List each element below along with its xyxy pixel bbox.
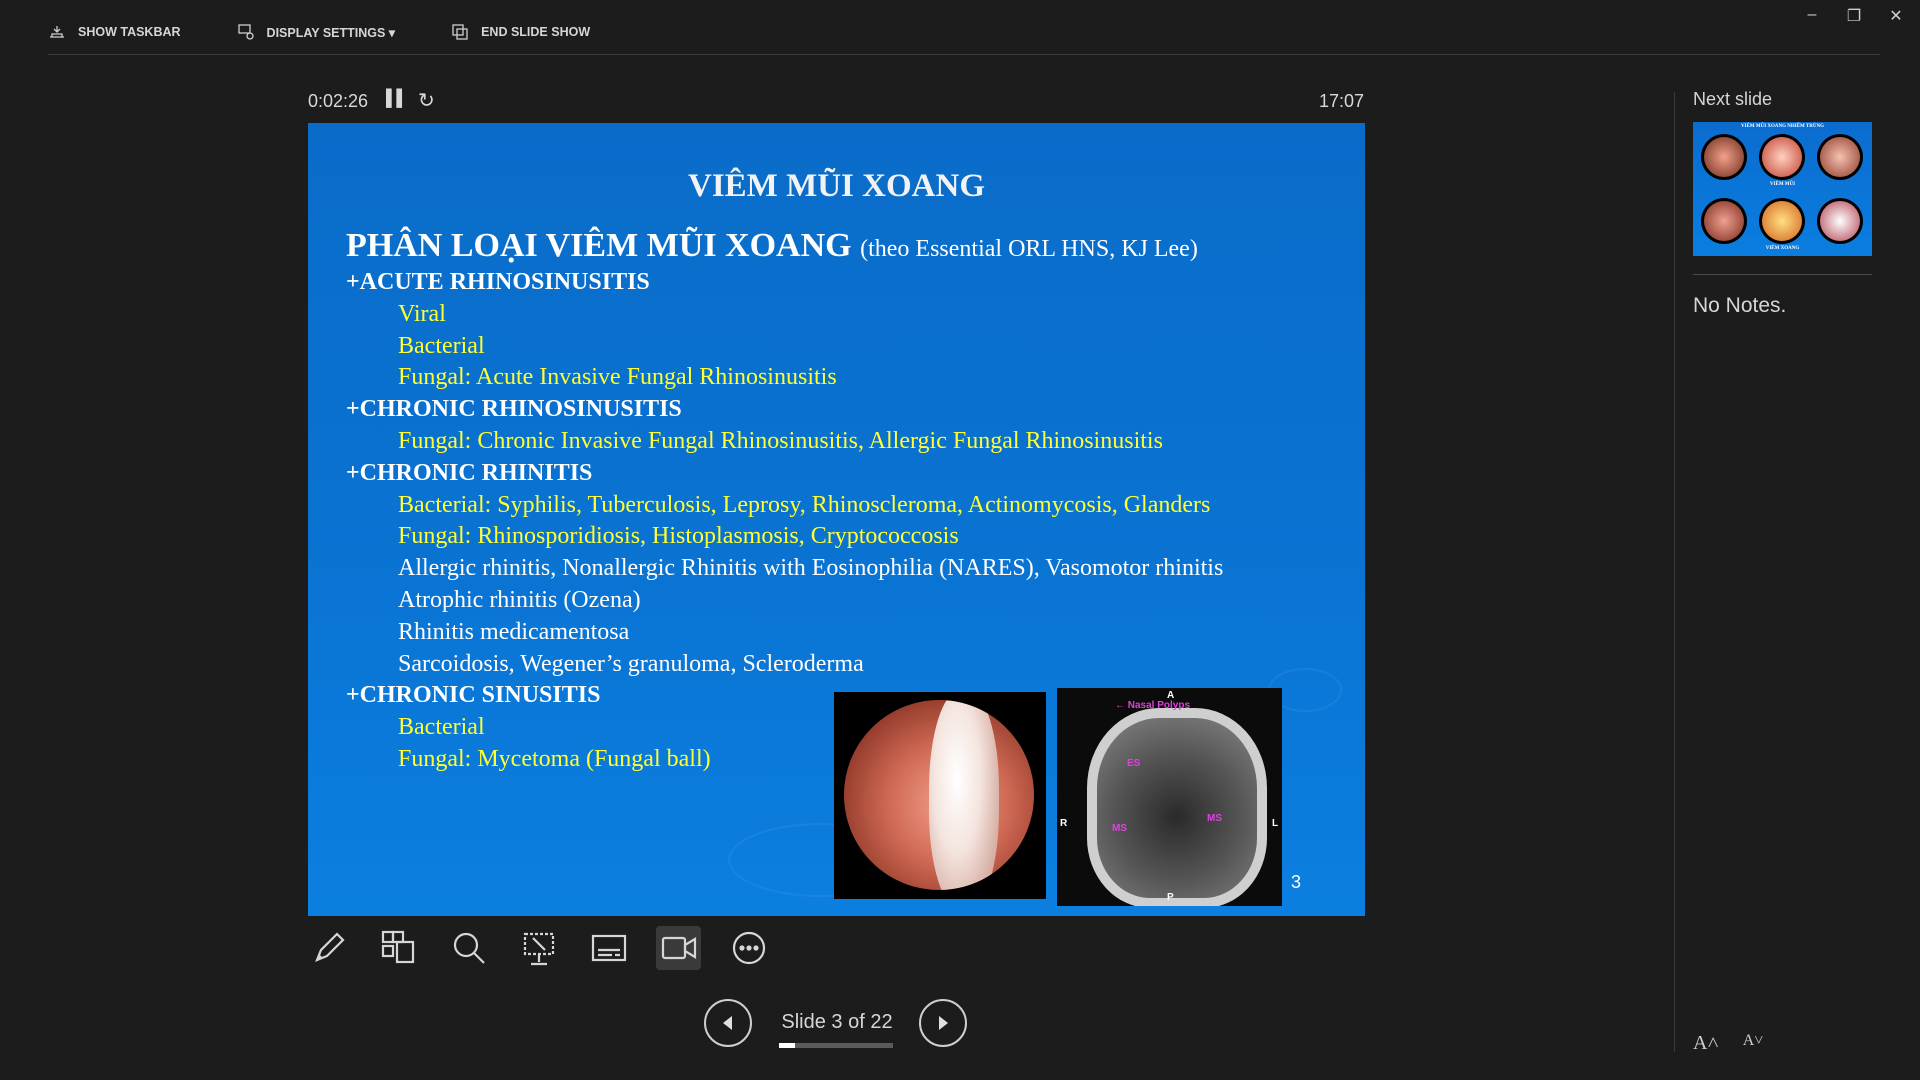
- camera-button[interactable]: [656, 926, 701, 970]
- slide-text-line: Atrophic rhinitis (Ozena): [398, 587, 641, 613]
- slide-text-line: Fungal: Chronic Invasive Fungal Rhinosin…: [398, 428, 1163, 454]
- display-settings-icon: [237, 24, 254, 40]
- taskbar-icon: [50, 26, 64, 38]
- display-settings-label: DISPLAY SETTINGS ▾: [266, 25, 396, 40]
- thumb-mid-label: VIÊM MŨI: [1769, 182, 1796, 187]
- ct-label-l: L: [1272, 818, 1279, 829]
- zoom-icon: [453, 932, 485, 964]
- slide-text-line: Bacterial: [398, 714, 485, 741]
- laser-pointer-button[interactable]: [516, 926, 561, 970]
- show-taskbar-button[interactable]: SHOW TASKBAR: [48, 23, 181, 41]
- current-slide[interactable]: VIÊM MŨI XOANG PHÂN LOẠI VIÊM MŨI XOANG …: [308, 123, 1365, 916]
- laser-pointer-icon: [523, 932, 554, 966]
- slide-number: 3: [1291, 872, 1302, 892]
- subtitles-button[interactable]: [586, 926, 631, 970]
- presenter-tools: [306, 926, 771, 970]
- previous-slide-button[interactable]: [704, 999, 752, 1047]
- slide-progress-bar: [779, 1043, 893, 1048]
- thumb-title: VIÊM MŨI XOANG NHIỄM TRÙNG: [1741, 124, 1824, 129]
- slide-text-line: Bacterial: Syphilis, Tuberculosis, Lepro…: [398, 491, 1211, 518]
- window-controls: – ❐ ✕: [1802, 6, 1906, 26]
- slide-heading-sub: (theo Essential ORL HNS, KJ Lee): [860, 236, 1198, 262]
- elapsed-timer: 0:02:26: [308, 91, 369, 111]
- slide-text-line: Bacterial: [398, 332, 485, 359]
- slide-text-line: Viral: [398, 300, 446, 327]
- pen-tool-button[interactable]: [306, 926, 351, 970]
- presenter-toolbar: SHOW TASKBAR DISPLAY SETTINGS ▾ END SLID…: [48, 20, 646, 44]
- slide-counter[interactable]: Slide 3 of 22: [779, 1011, 895, 1034]
- slide-text-line: Fungal: Acute Invasive Fungal Rhinosinus…: [398, 364, 837, 391]
- chevron-left-icon: [723, 1016, 732, 1030]
- see-all-slides-button[interactable]: [376, 926, 421, 970]
- slide-category-line: +CHRONIC SINUSITIS: [346, 682, 601, 709]
- ct-label-es: ES: [1127, 758, 1141, 769]
- restore-icon[interactable]: ❐: [1844, 6, 1864, 26]
- ct-label-polyps: ← Nasal Polyps: [1115, 700, 1191, 711]
- ct-scan-image: ← Nasal Polyps ES MS MS R L A P: [1057, 688, 1282, 906]
- thumb-bottom-label: VIÊM XOANG: [1765, 246, 1800, 251]
- reset-timer-icon[interactable]: ↻: [418, 88, 435, 113]
- more-icon: [732, 931, 765, 965]
- slide-text-line: Allergic rhinitis, Nonallergic Rhinitis …: [398, 555, 1224, 582]
- notes-divider: [1693, 274, 1872, 275]
- slide-text-line: Rhinitis medicamentosa: [398, 618, 630, 645]
- slide-progress-fill: [779, 1043, 795, 1048]
- slide-text-line: Sarcoidosis, Wegener’s granuloma, Sclero…: [398, 650, 864, 677]
- ct-label-r: R: [1060, 818, 1068, 829]
- ct-label-p: P: [1167, 892, 1174, 903]
- pause-timer-icon[interactable]: ▌▌: [386, 90, 408, 108]
- slide-title: VIÊM MŨI XOANG: [688, 168, 985, 204]
- end-slide-show-button[interactable]: END SLIDE SHOW: [451, 23, 590, 41]
- panel-divider[interactable]: [1674, 92, 1675, 1052]
- next-slide-label: Next slide: [1693, 89, 1773, 109]
- next-slide-button[interactable]: [919, 999, 967, 1047]
- subtitles-icon: [591, 934, 626, 962]
- ct-label-ms-right: MS: [1207, 813, 1222, 824]
- camera-icon: [661, 936, 696, 960]
- pen-icon: [314, 932, 345, 962]
- show-taskbar-label: SHOW TASKBAR: [78, 25, 181, 39]
- endoscopy-image: [834, 692, 1046, 899]
- slide-category-line: +CHRONIC RHINOSINUSITIS: [346, 396, 682, 423]
- end-slide-show-label: END SLIDE SHOW: [481, 25, 591, 39]
- next-slide-thumbnail[interactable]: VIÊM MŨI XOANG NHIỄM TRÙNG VIÊM MŨI VIÊM…: [1693, 122, 1872, 256]
- end-show-icon: [452, 24, 468, 40]
- slide-category-line: +ACUTE RHINOSINUSITIS: [346, 269, 650, 295]
- slide-category-line: +CHRONIC RHINITIS: [346, 459, 593, 486]
- speaker-notes: No Notes.: [1693, 294, 1787, 317]
- display-settings-button[interactable]: DISPLAY SETTINGS ▾: [237, 23, 396, 41]
- increase-font-icon[interactable]: A˄: [1693, 1032, 1719, 1055]
- slide-text-line: Fungal: Rhinosporidiosis, Histoplasmosis…: [398, 523, 959, 550]
- slide-heading: PHÂN LOẠI VIÊM MŨI XOANG (theo Essential…: [346, 227, 1198, 265]
- ct-label-ms-left: MS: [1112, 823, 1127, 834]
- close-icon[interactable]: ✕: [1886, 6, 1906, 26]
- toolbar-divider: [48, 54, 1880, 55]
- notes-font-controls: A˄ A˅: [1693, 1032, 1763, 1055]
- more-options-button[interactable]: [726, 926, 771, 970]
- ct-label-a: A: [1167, 690, 1175, 701]
- slides-grid-icon: [381, 930, 414, 964]
- minimize-icon[interactable]: –: [1802, 6, 1822, 26]
- slide-text-line: Fungal: Mycetoma (Fungal ball): [398, 746, 711, 772]
- current-time: 17:07: [1318, 91, 1364, 111]
- chevron-right-icon: [939, 1016, 948, 1030]
- zoom-button[interactable]: [446, 926, 491, 970]
- slide-heading-main: PHÂN LOẠI VIÊM MŨI XOANG: [346, 227, 852, 264]
- decrease-font-icon[interactable]: A˅: [1743, 1032, 1764, 1055]
